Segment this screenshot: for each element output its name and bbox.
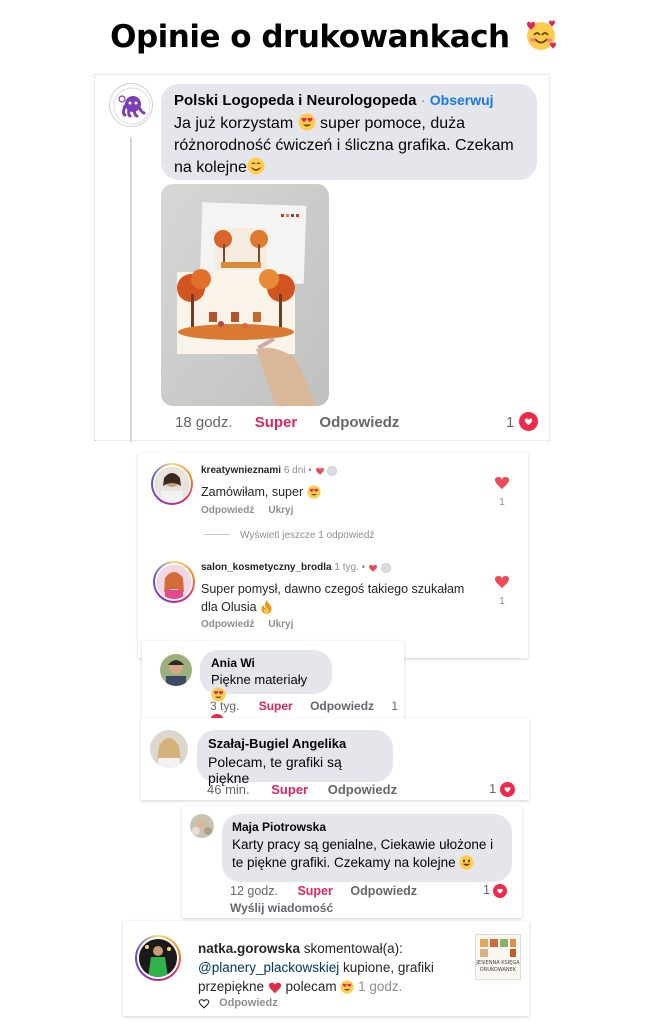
hide-button[interactable]: Ukryj (268, 505, 293, 516)
reply-button[interactable]: Odpowiedz (319, 414, 399, 431)
reply-button[interactable]: Odpowiedz (310, 699, 374, 713)
author-name[interactable]: Szałaj-Bugiel Angelika (208, 736, 382, 751)
facebook-comment-card: Szałaj-Bugiel Angelika Polecam, te grafi… (141, 718, 529, 800)
comment-username[interactable]: salon_kosmetyczny_brodla 1 tyg. • (201, 562, 391, 573)
facebook-comment-card: Maja Piotrowska Karty pracy są genialne,… (182, 806, 522, 918)
comment-bubble: Maja Piotrowska Karty pracy są genialne,… (222, 814, 512, 882)
reply-button[interactable]: Odpowiedź (201, 505, 254, 516)
red-heart-emoji-icon (268, 982, 281, 994)
creator-heart-icon (315, 468, 324, 475)
comment-actions: 18 godz. Super Odpowiedz (175, 414, 399, 431)
like-button[interactable]: Super (297, 884, 332, 898)
like-heart-icon[interactable] (494, 574, 510, 589)
comment-username[interactable]: kreatywnieznami 6 dni • (201, 465, 338, 476)
facebook-comment-card: Ania Wi Piękne materiały 3 tyg. Super Od… (142, 641, 404, 728)
smiling-face-with-hearts-icon (526, 20, 556, 50)
user-photo-icon (155, 467, 189, 501)
comment-text: Karty pracy są genialne, Ciekawie ułożon… (232, 837, 494, 870)
comment-actions: Odpowiedź Ukryj (201, 619, 307, 630)
facebook-comment-card: Polski Logopeda i Neurologopeda · Obserw… (94, 74, 550, 442)
reply-button[interactable]: Odpowiedz (328, 782, 397, 797)
grinning-emoji-icon (459, 855, 474, 870)
post-thumbnail[interactable]: JESIENNA KSIĘGA DRUKOWANEK (475, 934, 521, 980)
like-button[interactable]: Super (271, 782, 308, 797)
timestamp[interactable]: 12 godz. (230, 884, 278, 898)
svg-text:DRUKOWANEK: DRUKOWANEK (480, 967, 517, 973)
user-photo-icon (157, 565, 191, 599)
creator-avatar-icon (380, 563, 391, 573)
comment-bubble: Polski Logopeda i Neurologopeda · Obserw… (161, 84, 537, 180)
like-button[interactable]: Super (259, 699, 293, 713)
comment-text: Ja już korzystam super pomoce, duża różn… (174, 113, 514, 176)
reply-button[interactable]: Odpowiedź (201, 619, 254, 630)
avatar[interactable] (135, 935, 181, 981)
octopus-logo-icon (111, 85, 152, 126)
timestamp[interactable]: 18 godz. (175, 414, 233, 431)
mention-link[interactable]: @planery_plackowskiej (198, 960, 339, 975)
like-count: 1 (499, 596, 505, 607)
heart-eyes-emoji-icon (306, 485, 321, 499)
heart-outline-icon (198, 999, 210, 1009)
timestamp[interactable]: 46 min. (207, 782, 250, 797)
like-count: 1 (499, 497, 505, 508)
instagram-comments-card: kreatywnieznami 6 dni • Zamówiłam, super… (138, 453, 528, 658)
avatar[interactable] (153, 561, 195, 603)
smile-emoji-icon (247, 157, 265, 175)
creator-avatar-icon (327, 466, 338, 476)
send-message-link[interactable]: Wyślij wiadomość (230, 901, 333, 915)
avatar[interactable] (160, 654, 192, 686)
timestamp: 1 godz. (354, 979, 403, 994)
follow-button[interactable]: Obserwuj (430, 92, 494, 108)
comment-text: Super pomysł, dawno czegoś takiego szuka… (201, 582, 465, 614)
comment-text: Piękne materiały (211, 672, 321, 702)
comment-username[interactable]: natka.gorowska (198, 941, 300, 956)
user-photo-icon (160, 654, 192, 686)
comment-bubble: Ania Wi Piękne materiały (200, 650, 332, 702)
page-title: Opinie o drukowankach (0, 18, 668, 55)
reply-button[interactable]: Odpowiedz (350, 884, 417, 898)
instagram-comment-notification: natka.gorowska skomentował(a): @planery_… (123, 921, 529, 1016)
love-reaction-icon (493, 884, 508, 898)
user-photo-icon (190, 814, 214, 838)
timestamp[interactable]: 3 tyg. (210, 699, 239, 713)
heart-eyes-emoji-icon (340, 980, 354, 994)
booklet-thumbnail-image: JESIENNA KSIĘGA DRUKOWANEK (475, 935, 520, 979)
reaction-count[interactable]: 1 (489, 781, 515, 797)
love-reaction-icon (518, 412, 538, 431)
avatar[interactable] (150, 730, 188, 768)
heart-eyes-emoji-icon (298, 113, 316, 131)
user-photo-icon (139, 939, 177, 977)
like-button[interactable]: Super (255, 414, 298, 431)
worksheet-photo-image (161, 184, 329, 406)
notification-text: natka.gorowska skomentował(a): @planery_… (198, 941, 434, 994)
attached-photo[interactable] (161, 184, 329, 406)
comment-actions: 46 min. Super Odpowiedz (207, 782, 397, 797)
comment-actions: Odpowiedź Ukryj (201, 505, 307, 516)
hide-button[interactable]: Ukryj (268, 619, 293, 630)
view-more-replies[interactable]: Wyświetl jeszcze 1 odpowiedź (204, 530, 374, 541)
thumbnail-caption: JESIENNA KSIĘGA (476, 960, 520, 966)
comment-actions: 12 godz. Super Odpowiedz (230, 884, 417, 898)
avatar[interactable] (190, 814, 214, 838)
author-name[interactable]: Polski Logopeda i Neurologopeda (174, 92, 417, 109)
author-name[interactable]: Ania Wi (211, 656, 321, 670)
user-photo-icon (150, 730, 188, 768)
comment-text: Zamówiłam, super (201, 483, 321, 501)
fire-emoji-icon (261, 600, 272, 614)
reply-button[interactable]: Odpowiedz (198, 997, 278, 1009)
avatar[interactable] (151, 463, 193, 505)
like-heart-icon[interactable] (494, 475, 510, 490)
thread-line (130, 137, 132, 442)
author-name[interactable]: Maja Piotrowska (232, 820, 502, 834)
comment-bubble: Szałaj-Bugiel Angelika Polecam, te grafi… (197, 730, 393, 786)
reaction-count[interactable]: 1 (483, 883, 508, 898)
creator-heart-icon (368, 565, 377, 572)
love-reaction-icon (499, 782, 515, 797)
avatar[interactable] (109, 83, 153, 127)
reaction-count[interactable]: 1 (506, 412, 538, 431)
